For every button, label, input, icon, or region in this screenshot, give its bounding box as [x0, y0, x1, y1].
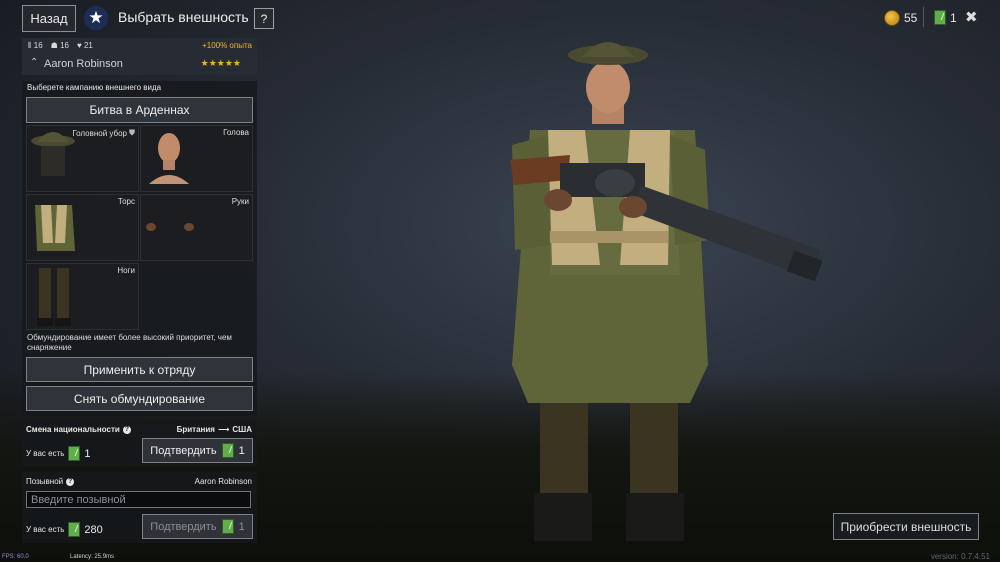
heart-icon: ♥ — [76, 41, 84, 50]
gold-balance[interactable]: 55 — [884, 10, 917, 26]
slot-head[interactable]: Голова — [140, 125, 253, 192]
runner-icon: ☗ — [50, 41, 61, 50]
help-icon[interactable]: ? — [66, 477, 75, 486]
stat-ammo: ⦀ 16 — [28, 41, 43, 50]
soldier-character-render — [510, 42, 823, 541]
help-icon[interactable]: ? — [122, 425, 131, 434]
exp-bonus: +100% опыта — [202, 41, 252, 50]
confirm-nationality-button[interactable]: Подтвердить 1 — [142, 438, 253, 463]
campaign-prompt: Выберете кампанию внешнего вида — [27, 83, 162, 92]
current-callsign: Aaron Robinson — [194, 477, 252, 486]
latency-readout: Latency: 25.9ms — [70, 554, 115, 560]
slot-torso[interactable]: Торс — [26, 194, 139, 261]
have-label: У вас есть — [26, 525, 65, 534]
have-count: 280 — [84, 523, 103, 536]
confirm-callsign-button[interactable]: Подтвердить 1 — [142, 514, 253, 539]
slot-label: Ноги — [117, 266, 135, 275]
gold-amount: 55 — [904, 11, 918, 25]
ticket-icon — [68, 446, 81, 461]
ticket-amount: 1 — [950, 10, 957, 25]
help-button[interactable]: ? — [254, 8, 274, 29]
nationality-section: Смена национальности ? Британия ⟶ США У … — [22, 420, 257, 466]
ticket-icon — [221, 519, 234, 534]
soldier-name: Aaron Robinson — [44, 58, 123, 70]
nationality-title: Смена национальности — [26, 425, 120, 434]
campaign-select-button[interactable]: Битва в Арденнах — [26, 97, 253, 123]
chevron-up-icon: ⌃ — [30, 57, 39, 68]
slot-label: Головной убор — [72, 128, 127, 138]
nation-to: США — [232, 425, 252, 434]
ticket-icon — [934, 10, 946, 25]
slot-label: Голова — [223, 128, 249, 137]
top-bar: Назад ★ Выбрать внешность ? 55 1 ✖ — [0, 0, 1000, 36]
fps-counter: FPS: 60.0 — [2, 554, 29, 560]
back-button[interactable]: Назад — [22, 5, 76, 32]
remove-uniform-button[interactable]: Снять обмундирование — [26, 386, 253, 411]
cost: 1 — [238, 520, 245, 533]
nation-from: Британия — [176, 425, 215, 434]
shield-icon: ⛊ — [129, 128, 135, 137]
nationality-route: Британия ⟶ США — [177, 425, 252, 434]
version-label: version: 0.7.4.51 — [930, 552, 990, 561]
arrow-right-icon: ⟶ — [217, 425, 230, 434]
buy-appearance-button[interactable]: Приобрести внешность — [833, 513, 979, 540]
gold-coin-icon — [884, 10, 900, 26]
customization-panel: ⦀ 16 ☗ 16 ♥ 21 +100% опыта ⌃ Aaron Robin… — [22, 38, 257, 543]
slot-hands[interactable]: Руки — [140, 194, 253, 261]
priority-note: Обмундирование имеет более высокий приор… — [27, 333, 232, 352]
ticket-icon — [68, 522, 81, 537]
soldier-header: ⦀ 16 ☗ 16 ♥ 21 +100% опыта ⌃ Aaron Robin… — [22, 38, 257, 75]
divider — [923, 7, 924, 27]
us-army-star-icon: ★ — [84, 6, 108, 30]
soldier-stats: ⦀ 16 ☗ 16 ♥ 21 — [28, 41, 93, 51]
have-label: У вас есть — [26, 449, 65, 458]
stat-stamina: ☗ 16 — [50, 41, 69, 50]
appearance-section: Выберете кампанию внешнего вида Битва в … — [22, 81, 257, 416]
rating-stars: ★★★★★ — [200, 58, 241, 68]
confirm-label: Подтвердить — [150, 444, 217, 457]
slot-label: Торс — [117, 197, 135, 206]
slot-label: Руки — [231, 197, 249, 206]
slot-headgear[interactable]: Головной убор ⛊ — [26, 125, 139, 192]
callsign-section: Позывной ? Aaron Robinson У вас есть 280… — [22, 472, 257, 543]
ticket-icon — [221, 443, 234, 458]
slot-legs[interactable]: Ноги — [26, 263, 139, 330]
close-icon[interactable]: ✖ — [965, 8, 978, 26]
ticket-balance[interactable]: 1 — [934, 10, 957, 25]
page-title: Выбрать внешность — [118, 9, 249, 25]
have-count: 1 — [84, 447, 91, 460]
callsign-title: Позывной — [26, 477, 64, 486]
cost: 1 — [238, 444, 245, 457]
apply-to-squad-button[interactable]: Применить к отряду — [26, 357, 253, 382]
callsign-input[interactable] — [26, 491, 251, 508]
stat-health: ♥ 21 — [76, 41, 93, 50]
confirm-label: Подтвердить — [150, 520, 217, 533]
